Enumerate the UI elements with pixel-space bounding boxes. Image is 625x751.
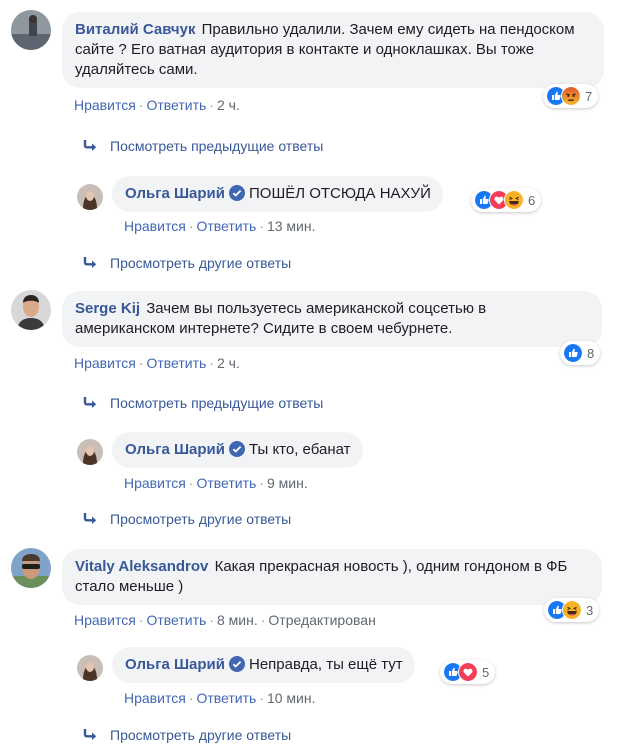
view-more-replies[interactable]: Просмотреть другие ответы xyxy=(82,255,291,271)
reply-arrow-icon xyxy=(82,256,98,270)
like-link[interactable]: Нравится xyxy=(74,612,136,628)
reply-link[interactable]: Ответить xyxy=(146,612,206,628)
separator: · xyxy=(209,355,214,371)
comment-author[interactable]: Виталий Савчук xyxy=(75,21,195,38)
view-more-replies[interactable]: Просмотреть другие ответы xyxy=(82,511,291,527)
comment-bubble: Serge Kij Зачем вы пользуетесь американс… xyxy=(62,291,602,347)
angry-reaction-icon xyxy=(561,86,581,106)
comment-bubble: Виталий Савчук Правильно удалили. Зачем … xyxy=(62,12,604,88)
comment-author[interactable]: Vitaly Aleksandrov xyxy=(75,558,208,575)
reply-link[interactable]: Ответить xyxy=(196,690,256,706)
reply-bubble: Ольга Шарий Ты кто, ебанат xyxy=(112,432,363,468)
reaction-count: 8 xyxy=(587,345,595,361)
verified-badge-icon xyxy=(229,185,245,201)
comment-actions: Нравится · Ответить · 2 ч. xyxy=(74,97,240,113)
separator: · xyxy=(209,612,214,628)
reactions-badge[interactable]: 6 xyxy=(471,188,542,212)
reply-arrow-icon xyxy=(82,728,98,742)
haha-reaction-icon xyxy=(562,600,582,620)
view-more-replies[interactable]: Просмотреть другие ответы xyxy=(82,727,291,743)
verified-badge-icon xyxy=(229,441,245,457)
reaction-count: 7 xyxy=(585,88,593,104)
separator: · xyxy=(260,612,266,628)
timestamp[interactable]: 13 мин. xyxy=(267,218,316,234)
reply-link[interactable]: Ответить xyxy=(196,475,256,491)
timestamp[interactable]: 8 мин. xyxy=(217,612,258,628)
avatar[interactable] xyxy=(11,10,51,50)
comment-actions: Нравится · Ответить · 2 ч. xyxy=(74,355,240,371)
comment-author[interactable]: Serge Kij xyxy=(75,300,140,317)
reactions-badge[interactable]: 7 xyxy=(543,84,599,108)
reply-arrow-icon xyxy=(82,396,98,410)
timestamp[interactable]: 2 ч. xyxy=(217,97,240,113)
view-previous-replies[interactable]: Посмотреть предыдущие ответы xyxy=(82,138,323,154)
reply-text: Ты кто, ебанат xyxy=(249,441,351,458)
view-previous-replies-label: Посмотреть предыдущие ответы xyxy=(110,138,324,154)
haha-reaction-icon xyxy=(504,190,524,210)
like-link[interactable]: Нравится xyxy=(124,218,186,234)
view-previous-replies[interactable]: Посмотреть предыдущие ответы xyxy=(82,395,323,411)
reaction-count: 6 xyxy=(528,192,536,208)
reply-link[interactable]: Ответить xyxy=(146,97,206,113)
separator: · xyxy=(188,690,194,706)
view-more-replies-label: Просмотреть другие ответы xyxy=(110,511,292,527)
edited-label[interactable]: Отредактирован xyxy=(268,612,375,628)
separator: · xyxy=(259,475,264,491)
comment-bubble: Vitaly Aleksandrov Какая прекрасная ново… xyxy=(62,549,602,605)
reply-actions: Нравится · Ответить · 10 мин. xyxy=(124,690,316,706)
avatar[interactable] xyxy=(77,184,103,210)
timestamp[interactable]: 2 ч. xyxy=(217,355,240,371)
separator: · xyxy=(188,218,194,234)
view-previous-replies-label: Посмотреть предыдущие ответы xyxy=(110,395,324,411)
avatar[interactable] xyxy=(77,439,103,465)
comment-actions: Нравится · Ответить · 8 мин. · Отредактирован xyxy=(74,612,376,628)
reaction-count: 5 xyxy=(482,664,490,680)
reply-bubble: Ольга Шарий Неправда, ты ещё тут xyxy=(112,647,415,683)
like-reaction-icon xyxy=(563,343,583,363)
reply-text: Неправда, ты ещё тут xyxy=(249,656,403,673)
view-more-replies-label: Просмотреть другие ответы xyxy=(110,255,292,271)
reply-text: ПОШЁЛ ОТСЮДА НАХУЙ xyxy=(249,185,431,202)
separator: · xyxy=(138,355,144,371)
like-link[interactable]: Нравится xyxy=(124,475,186,491)
separator: · xyxy=(188,475,194,491)
like-link[interactable]: Нравится xyxy=(124,690,186,706)
reply-arrow-icon xyxy=(82,512,98,526)
reactions-badge[interactable]: 3 xyxy=(544,598,600,622)
separator: · xyxy=(259,218,264,234)
reply-author[interactable]: Ольга Шарий xyxy=(125,185,225,202)
love-reaction-icon xyxy=(458,662,478,682)
view-more-replies-label: Просмотреть другие ответы xyxy=(110,727,292,743)
reaction-count: 3 xyxy=(586,602,594,618)
separator: · xyxy=(259,690,264,706)
reply-link[interactable]: Ответить xyxy=(146,355,206,371)
reactions-badge[interactable]: 8 xyxy=(560,341,601,365)
avatar[interactable] xyxy=(77,655,103,681)
avatar[interactable] xyxy=(11,290,51,330)
reply-author[interactable]: Ольга Шарий xyxy=(125,441,225,458)
verified-badge-icon xyxy=(229,656,245,672)
reply-bubble: Ольга Шарий ПОШЁЛ ОТСЮДА НАХУЙ xyxy=(112,176,443,212)
avatar[interactable] xyxy=(11,548,51,588)
reply-link[interactable]: Ответить xyxy=(196,218,256,234)
like-link[interactable]: Нравится xyxy=(74,97,136,113)
reactions-badge[interactable]: 5 xyxy=(440,660,496,684)
reply-actions: Нравится · Ответить · 9 мин. xyxy=(124,475,308,491)
reply-author[interactable]: Ольга Шарий xyxy=(125,656,225,673)
separator: · xyxy=(209,97,214,113)
separator: · xyxy=(138,97,144,113)
reply-actions: Нравится · Ответить · 13 мин. xyxy=(124,218,316,234)
reply-arrow-icon xyxy=(82,139,98,153)
separator: · xyxy=(138,612,144,628)
timestamp[interactable]: 9 мин. xyxy=(267,475,308,491)
like-link[interactable]: Нравится xyxy=(74,355,136,371)
timestamp[interactable]: 10 мин. xyxy=(267,690,316,706)
